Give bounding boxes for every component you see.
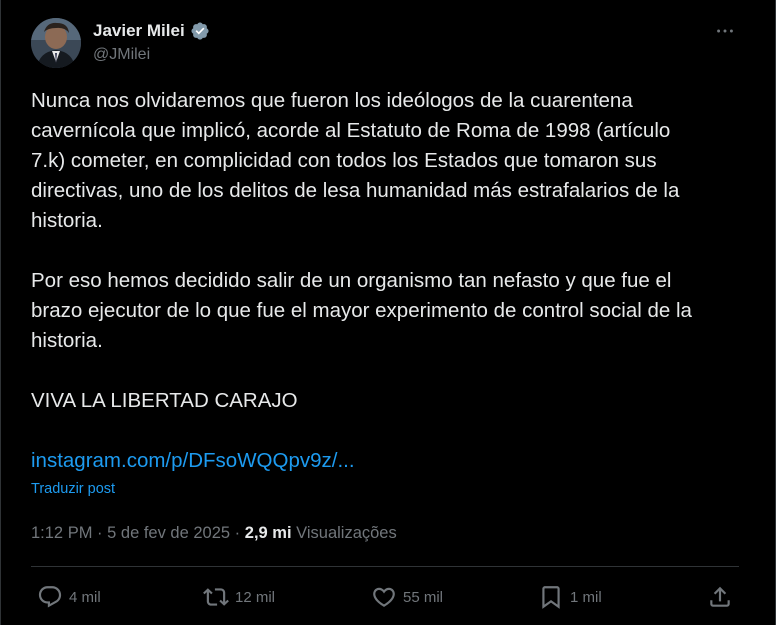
like-count: 55 mil bbox=[403, 588, 444, 606]
instagram-link[interactable]: instagram.com/p/DFsoWQQpv9z/... bbox=[31, 446, 355, 476]
reply-icon bbox=[38, 586, 62, 608]
like-button[interactable]: 55 mil bbox=[371, 580, 443, 614]
translate-post-button[interactable]: Traduzir post bbox=[31, 481, 115, 497]
bookmark-button[interactable]: 1 mil bbox=[538, 580, 602, 614]
repost-icon bbox=[203, 588, 229, 606]
tweet-time[interactable]: 1:12 PM bbox=[31, 524, 92, 542]
meta-separator: · bbox=[234, 524, 241, 542]
share-button[interactable] bbox=[707, 580, 733, 614]
author-display-name[interactable]: Javier Milei bbox=[93, 21, 185, 41]
repost-count: 12 mil bbox=[235, 588, 276, 606]
reply-button[interactable]: 4 mil bbox=[37, 580, 101, 614]
tweet-text: Nunca nos olvidaremos que fueron los ide… bbox=[31, 86, 751, 416]
tweet-card: Javier Milei @JMilei Nunca nos olvidarem… bbox=[0, 0, 776, 625]
reply-count: 4 mil bbox=[69, 588, 101, 606]
repost-button[interactable]: 12 mil bbox=[203, 580, 275, 614]
more-horizontal-icon[interactable] bbox=[713, 20, 737, 42]
profile-photo-icon bbox=[31, 18, 81, 68]
tweet-paragraph: Por eso hemos decidido salir de un organ… bbox=[31, 269, 692, 352]
action-bar: 4 mil 12 mil 55 mil 1 mil bbox=[31, 580, 739, 614]
tweet-meta: 1:12 PM · 5 de fev de 2025 · 2,9 mi Visu… bbox=[31, 522, 397, 544]
bookmark-icon bbox=[542, 586, 560, 609]
verified-badge-icon[interactable] bbox=[190, 21, 210, 41]
share-icon bbox=[710, 586, 730, 607]
tweet-paragraph: Nunca nos olvidaremos que fueron los ide… bbox=[31, 89, 680, 232]
meta-separator: · bbox=[97, 524, 103, 542]
divider bbox=[31, 566, 739, 567]
bookmark-count: 1 mil bbox=[570, 588, 602, 606]
views-count: 2,9 mi bbox=[244, 524, 292, 542]
author-name-row: Javier Milei bbox=[93, 20, 210, 42]
views-label: Visualizações bbox=[296, 524, 397, 542]
tweet-paragraph: VIVA LA LIBERTAD CARAJO bbox=[31, 389, 298, 412]
heart-icon bbox=[373, 587, 395, 607]
tweet-date[interactable]: 5 de fev de 2025 bbox=[107, 524, 230, 542]
avatar[interactable] bbox=[31, 18, 81, 68]
author-handle[interactable]: @JMilei bbox=[93, 46, 150, 64]
